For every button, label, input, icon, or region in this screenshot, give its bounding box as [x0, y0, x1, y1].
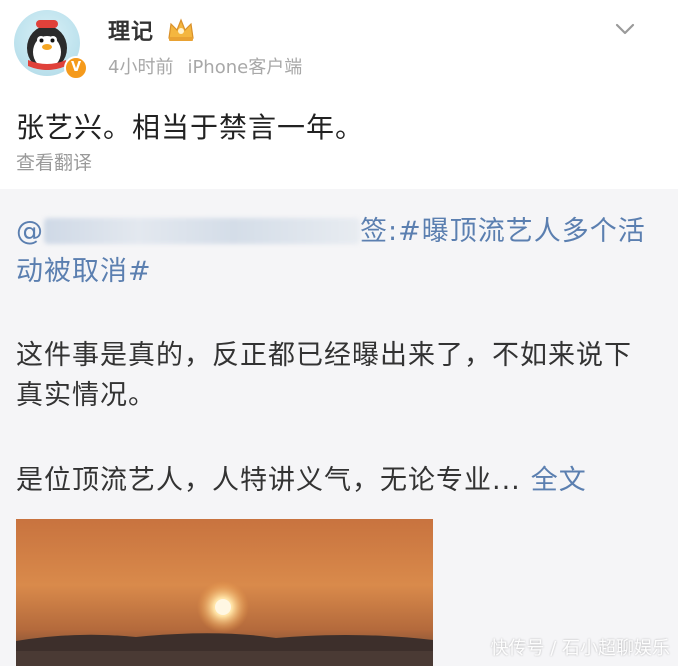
repost-paragraph-truncated: 是位顶流艺人，人特讲义气，无论专业... 全文 — [16, 461, 656, 501]
hashtag-link-part2[interactable]: 动被取消# — [16, 256, 152, 287]
hashtag-link-part1[interactable]: #曝顶流艺人多个活 — [398, 216, 646, 247]
post-meta: 4小时前 iPhone客户端 — [108, 53, 302, 79]
vip-crown-icon[interactable] — [166, 16, 196, 42]
post-card: V 理记 4小时前 iPhone客户端 张艺兴。相当于禁言一年。 查看翻译 — [0, 0, 678, 189]
full-text-link[interactable]: 全文 — [531, 465, 587, 496]
username[interactable]: 理记 — [108, 14, 154, 46]
chevron-down-icon[interactable] — [614, 18, 636, 40]
translate-link[interactable]: 查看翻译 — [16, 148, 92, 175]
sunset-photo — [16, 519, 433, 666]
mention-suffix[interactable]: 签: — [360, 216, 398, 247]
verified-badge-icon: V — [64, 56, 88, 80]
repost-card[interactable]: @ 签:#曝顶流艺人多个活动被取消# 这件事是真的，反正都已经曝出来了，不如来说下… — [0, 189, 678, 666]
blurred-mention — [44, 218, 360, 244]
weibo-post-screen: V 理记 4小时前 iPhone客户端 张艺兴。相当于禁言一年。 查看翻译 @ 签:… — [0, 0, 678, 666]
post-source: iPhone客户端 — [187, 57, 303, 78]
post-text: 张艺兴。相当于禁言一年。 — [16, 111, 365, 144]
truncated-text: 是位顶流艺人，人特讲义气，无论专业... — [16, 465, 521, 496]
watermark: 快传号 / 石小超聊娱乐 — [490, 638, 670, 659]
repost-headline: @ 签:#曝顶流艺人多个活动被取消# — [16, 212, 656, 292]
post-time: 4小时前 — [108, 57, 174, 78]
repost-paragraph: 这件事是真的，反正都已经曝出来了，不如来说下真实情况。 — [16, 340, 632, 411]
sunset-image[interactable] — [16, 519, 433, 666]
mention-prefix[interactable]: @ — [16, 216, 44, 247]
